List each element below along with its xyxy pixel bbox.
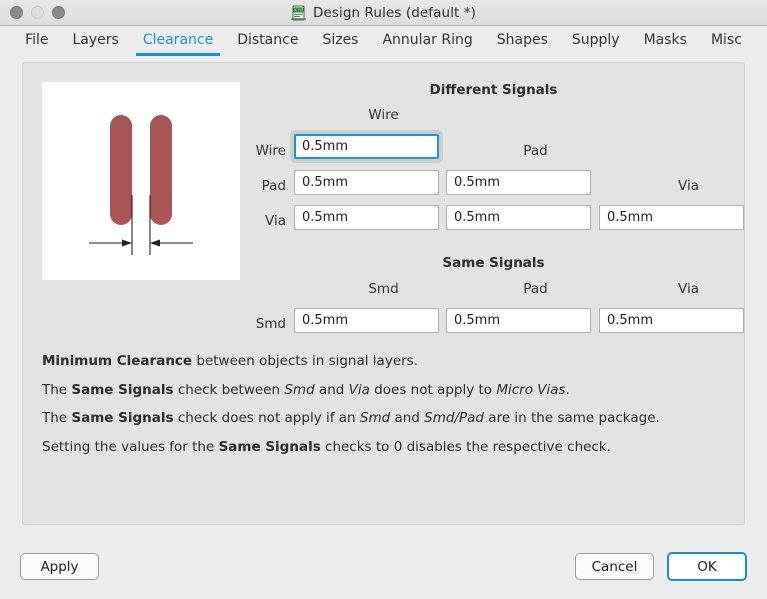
description-line-2: The Same Signals check between Smd and V… — [42, 383, 732, 399]
different-signals-col-pad: Pad — [463, 143, 608, 159]
clearance-via-pad-input[interactable] — [446, 205, 591, 230]
tab-clearance[interactable]: Clearance — [131, 27, 225, 56]
clearance-wire-wire-input[interactable] — [294, 134, 439, 159]
description-line-1: Minimum Clearance between objects in sig… — [42, 354, 732, 370]
design-rules-icon: DRU — [291, 5, 306, 21]
different-signals-heading: Different Signals — [406, 82, 581, 98]
clearance-description: Minimum Clearance between objects in sig… — [42, 354, 732, 468]
clearance-pad-wire-input[interactable] — [294, 170, 439, 195]
tab-layers[interactable]: Layers — [61, 27, 131, 56]
tab-bar: File Layers Clearance Distance Sizes Ann… — [0, 27, 767, 60]
same-signals-row-smd-label: Smd — [241, 316, 286, 332]
same-clearance-smd-pad-input[interactable] — [446, 308, 591, 333]
window-title: Design Rules (default *) — [313, 5, 476, 21]
cancel-button[interactable]: Cancel — [575, 553, 654, 580]
wire-left — [110, 115, 132, 225]
tab-sizes[interactable]: Sizes — [310, 27, 370, 56]
description-line-4: Setting the values for the Same Signals … — [42, 440, 732, 456]
different-signals-col-via: Via — [616, 178, 761, 194]
same-signals-col-via: Via — [616, 281, 761, 297]
description-line-3: The Same Signals check does not apply if… — [42, 411, 732, 427]
window-title-group: DRU Design Rules (default *) — [0, 0, 767, 26]
apply-button[interactable]: Apply — [20, 553, 99, 580]
clearance-pad-pad-input[interactable] — [446, 170, 591, 195]
ok-button[interactable]: OK — [667, 552, 747, 581]
svg-text:DRU: DRU — [293, 8, 304, 14]
clearance-panel: Different Signals Wire Pad Via Wire Pad … — [22, 62, 745, 525]
same-signals-col-pad: Pad — [463, 281, 608, 297]
clearance-preview-graphic — [42, 82, 240, 280]
tab-annular-ring[interactable]: Annular Ring — [370, 27, 484, 56]
design-rules-window: DRU Design Rules (default *) File Layers… — [0, 0, 767, 599]
tab-file[interactable]: File — [13, 27, 60, 56]
clearance-via-wire-input[interactable] — [294, 205, 439, 230]
wire-right — [150, 115, 172, 225]
tab-masks[interactable]: Masks — [632, 27, 699, 56]
same-signals-col-smd: Smd — [311, 281, 456, 297]
different-signals-col-wire: Wire — [311, 107, 456, 123]
tab-supply[interactable]: Supply — [560, 27, 632, 56]
different-signals-row-pad-label: Pad — [241, 178, 286, 194]
same-signals-heading: Same Signals — [406, 255, 581, 271]
tab-distance[interactable]: Distance — [225, 27, 310, 56]
same-clearance-smd-via-input[interactable] — [599, 308, 744, 333]
same-clearance-smd-smd-input[interactable] — [294, 308, 439, 333]
tab-shapes[interactable]: Shapes — [485, 27, 560, 56]
different-signals-row-via-label: Via — [241, 213, 286, 229]
window-titlebar: DRU Design Rules (default *) — [0, 0, 767, 26]
tab-misc[interactable]: Misc — [699, 27, 754, 56]
different-signals-row-wire-label: Wire — [241, 143, 286, 159]
clearance-via-via-input[interactable] — [599, 205, 744, 230]
clearance-preview — [42, 82, 240, 280]
